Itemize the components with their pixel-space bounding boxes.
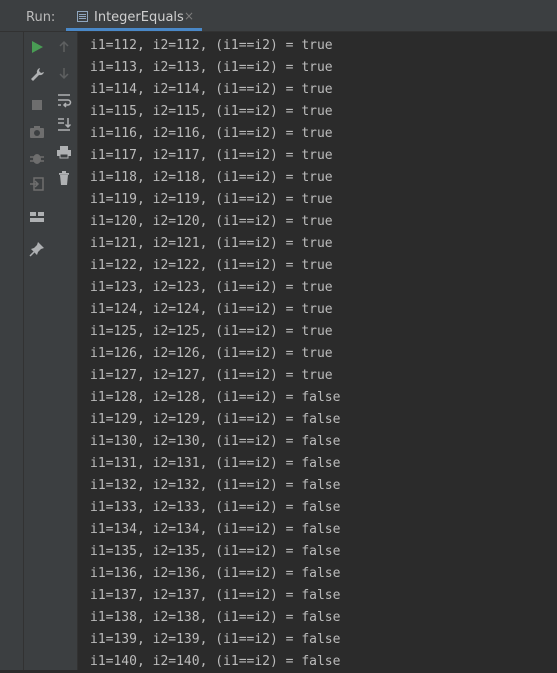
console-tab-icon [77,11,88,22]
scroll-end-icon[interactable] [56,116,72,132]
run-tool-window-header: Run: IntegerEquals × [0,4,557,32]
trash-icon[interactable] [56,170,72,186]
console-line: i1=138, i2=138, (i1==i2) = false [90,610,341,625]
run-icon[interactable] [30,40,44,54]
console-line: i1=115, i2=115, (i1==i2) = true [90,104,333,119]
run-actions-toolbar [24,32,50,670]
console-line: i1=131, i2=131, (i1==i2) = false [90,456,341,471]
print-icon[interactable] [56,144,72,160]
stop-icon[interactable] [30,98,44,112]
tab-integer-equals[interactable]: IntegerEquals × [66,4,202,31]
console-line: i1=133, i2=133, (i1==i2) = false [90,500,341,515]
left-tool-strip: ucture [0,32,24,670]
wrench-icon[interactable] [29,66,45,82]
bug-icon[interactable] [28,150,46,166]
console-line: i1=116, i2=116, (i1==i2) = true [90,126,333,141]
console-line: i1=120, i2=120, (i1==i2) = true [90,214,333,229]
console-line: i1=113, i2=113, (i1==i2) = true [90,60,333,75]
console-line: i1=129, i2=129, (i1==i2) = false [90,412,341,427]
console-line: i1=118, i2=118, (i1==i2) = true [90,170,333,185]
console-line: i1=134, i2=134, (i1==i2) = false [90,522,341,537]
console-line: i1=114, i2=114, (i1==i2) = true [90,82,333,97]
console-line: i1=117, i2=117, (i1==i2) = true [90,148,333,163]
layout-icon[interactable] [28,210,46,224]
console-line: i1=121, i2=121, (i1==i2) = true [90,236,333,251]
console-output[interactable]: i1=112, i2=112, (i1==i2) = true i1=113, i… [78,32,557,670]
login-icon[interactable] [28,176,46,192]
soft-wrap-icon[interactable] [56,92,72,108]
close-tab-icon[interactable]: × [184,9,194,23]
console-line: i1=136, i2=136, (i1==i2) = false [90,566,341,581]
camera-icon[interactable] [28,124,46,140]
console-line: i1=112, i2=112, (i1==i2) = true [90,38,333,53]
console-line: i1=119, i2=119, (i1==i2) = true [90,192,333,207]
console-line: i1=135, i2=135, (i1==i2) = false [90,544,341,559]
up-arrow-icon[interactable] [57,40,71,54]
down-arrow-icon[interactable] [57,66,71,80]
console-line: i1=127, i2=127, (i1==i2) = true [90,368,333,383]
console-line: i1=125, i2=125, (i1==i2) = true [90,324,333,339]
pin-icon[interactable] [28,240,46,258]
console-line: i1=128, i2=128, (i1==i2) = false [90,390,341,405]
console-line: i1=132, i2=132, (i1==i2) = false [90,478,341,493]
console-line: i1=137, i2=137, (i1==i2) = false [90,588,341,603]
run-label: Run: [26,10,56,25]
console-line: i1=124, i2=124, (i1==i2) = true [90,302,333,317]
console-actions-toolbar [50,32,78,670]
console-line: i1=123, i2=123, (i1==i2) = true [90,280,333,295]
tab-label: IntegerEquals [94,10,184,25]
console-line: i1=139, i2=139, (i1==i2) = false [90,632,341,647]
console-line: i1=130, i2=130, (i1==i2) = false [90,434,341,449]
console-line: i1=122, i2=122, (i1==i2) = true [90,258,333,273]
console-line: i1=126, i2=126, (i1==i2) = true [90,346,333,361]
